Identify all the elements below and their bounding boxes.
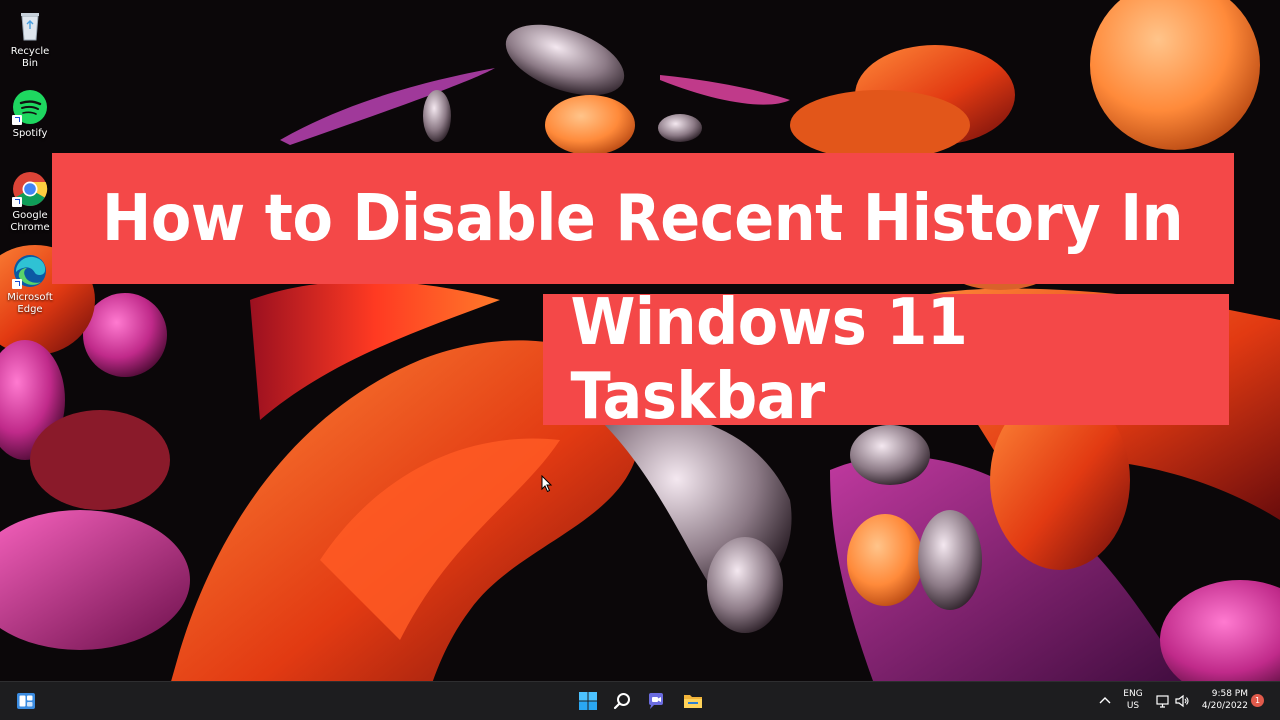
language-indicator[interactable]: ENG US <box>1121 688 1145 712</box>
widgets-button[interactable] <box>13 688 39 714</box>
shortcut-arrow-icon <box>12 115 22 125</box>
windows-start-icon <box>579 692 597 710</box>
desktop-icon-google-chrome[interactable]: Google Chrome <box>2 170 58 234</box>
recycle-bin-icon <box>11 6 49 44</box>
chevron-up-icon[interactable] <box>1097 693 1113 709</box>
desktop-icon-label: Spotify <box>12 128 48 139</box>
desktop-icon-spotify[interactable]: Spotify <box>2 88 58 140</box>
desktop-icon-label: Recycle Bin <box>10 46 50 69</box>
clock-time: 9:58 PM <box>1211 689 1248 699</box>
keyboard-region: US <box>1126 701 1140 711</box>
title-banner-line-1: How to Disable Recent History In <box>52 153 1234 284</box>
volume-icon[interactable] <box>1174 693 1190 709</box>
desktop: Recycle Bin Spotify Google Chrome Micros… <box>0 0 1280 720</box>
file-explorer-icon <box>684 695 702 708</box>
file-explorer-button[interactable] <box>680 688 706 714</box>
title-banner-line-2: Windows 11 Taskbar <box>543 286 1229 434</box>
notification-badge[interactable]: 1 <box>1251 694 1264 707</box>
network-icon[interactable] <box>1155 693 1171 709</box>
search-button[interactable] <box>609 688 635 714</box>
shortcut-arrow-icon <box>12 279 22 289</box>
chat-icon <box>649 693 663 709</box>
taskbar: ENG US 9:58 PM 4/20/2022 1 <box>0 681 1280 720</box>
start-button[interactable] <box>575 688 601 714</box>
desktop-icon-label: Google Chrome <box>10 210 50 233</box>
edge-icon <box>11 252 49 290</box>
chrome-icon <box>11 170 49 208</box>
title-text-line-2: Windows 11 Taskbar <box>570 285 968 434</box>
spotify-icon <box>11 88 49 126</box>
search-icon <box>613 693 630 710</box>
shortcut-arrow-icon <box>12 197 22 207</box>
clock-date: 4/20/2022 <box>1201 701 1248 711</box>
chat-button[interactable] <box>644 688 670 714</box>
desktop-icon-label: Microsoft Edge <box>7 292 53 315</box>
clock[interactable]: 9:58 PM 4/20/2022 <box>1196 688 1248 712</box>
title-text-line-1: How to Disable Recent History In <box>102 181 1184 256</box>
desktop-icon-recycle-bin[interactable]: Recycle Bin <box>2 6 58 70</box>
widgets-icon <box>17 693 35 709</box>
language-code: ENG <box>1123 689 1143 699</box>
desktop-icon-microsoft-edge[interactable]: Microsoft Edge <box>2 252 58 316</box>
mouse-cursor-icon <box>541 475 553 493</box>
